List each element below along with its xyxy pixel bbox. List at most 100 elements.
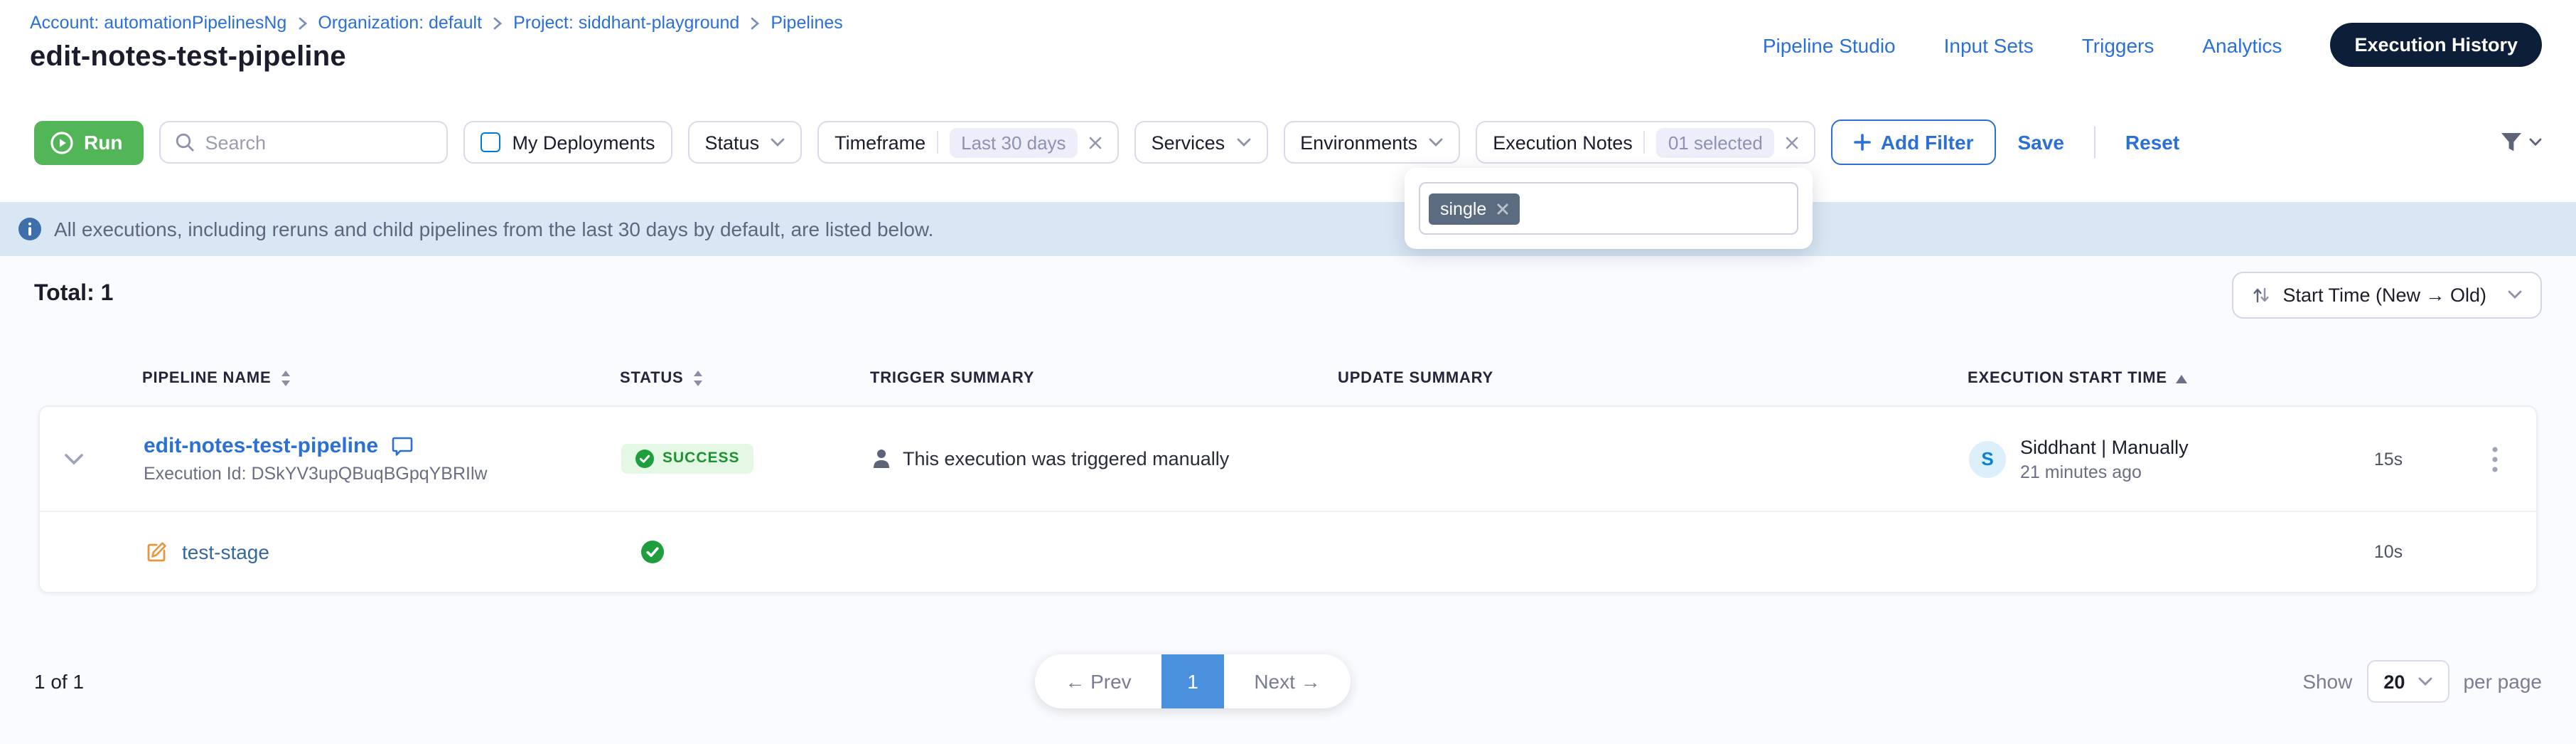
column-header-label: EXECUTION START TIME [1968,370,2167,387]
status-badge-success: SUCCESS [621,443,754,473]
status-filter-dropdown[interactable]: Status [688,121,803,164]
search-input[interactable] [205,132,432,153]
execution-notes-tag-input[interactable]: single [1419,182,1798,235]
column-header-label: TRIGGER SUMMARY [870,370,1034,387]
funnel-filter-icon [2499,131,2523,154]
environments-filter-label: Environments [1300,132,1417,153]
stage-name-cell: test-stage [108,539,621,565]
note-tag-label: single [1440,198,1486,218]
page-size-group: Show 20 per page [2302,660,2542,703]
total-count: Total: 1 [34,282,113,307]
pipeline-name-cell: edit-notes-test-pipeline Execution Id: D… [108,434,621,484]
sort-dropdown[interactable]: Start Time (New → Old) [2231,271,2542,318]
column-header-pipeline-name[interactable]: PIPELINE NAME [107,370,620,387]
pagination-bar: 1 of 1 ← Prev 1 Next → Show 20 per page [0,654,2576,708]
services-filter-dropdown[interactable]: Services [1134,121,1268,164]
sort-updown-icon [2251,285,2270,304]
breadcrumb-pipelines[interactable]: Pipelines [771,13,842,33]
execution-row-card: edit-notes-test-pipeline Execution Id: D… [38,405,2538,593]
run-button[interactable]: Run [34,120,144,164]
run-play-icon [50,130,74,154]
execution-row[interactable]: edit-notes-test-pipeline Execution Id: D… [40,407,2536,511]
column-header-label: PIPELINE NAME [142,370,272,387]
sort-ascending-icon [2176,373,2189,383]
column-header-label: STATUS [620,370,684,387]
sort-both-icon [692,370,704,387]
breadcrumb-organization[interactable]: Organization: default [318,13,482,33]
execution-pipeline-link[interactable]: edit-notes-test-pipeline [144,434,378,458]
status-badge-label: SUCCESS [662,450,740,467]
page-size-dropdown[interactable]: 20 [2366,660,2449,703]
prev-page-button[interactable]: ← Prev [1035,670,1161,693]
execution-notes-label: Execution Notes [1493,132,1633,153]
reset-filter-button[interactable]: Reset [2120,131,2185,154]
divider [2094,127,2095,158]
user-person-icon [871,448,891,469]
sort-dropdown-label: Start Time (New → Old) [2282,284,2486,305]
sort-both-icon [280,370,291,387]
pagination-controls: ← Prev 1 Next → [1035,654,1351,708]
timeframe-clear-icon[interactable] [1089,136,1102,149]
chevron-down-icon [771,138,785,147]
chevron-right-icon [296,16,308,29]
summary-row: Total: 1 Start Time (New → Old) [0,266,2576,323]
tab-execution-history-active[interactable]: Execution History [2330,23,2542,67]
breadcrumb-account[interactable]: Account: automationPipelinesNg [30,13,286,33]
tab-pipeline-studio[interactable]: Pipeline Studio [1763,33,1896,56]
tab-input-sets[interactable]: Input Sets [1944,33,2034,56]
chevron-right-icon [749,16,761,29]
filter-selector-button[interactable] [2499,131,2542,154]
stage-row[interactable]: test-stage 10s [40,511,2536,592]
execution-notes-dropdown-panel: single [1405,168,1813,249]
execution-history-page: Account: automationPipelinesNg Organizat… [0,0,2576,744]
column-header-update-summary: UPDATE SUMMARY [1338,370,1968,387]
filter-toolbar: Run My Deployments Status Timeframe Last… [0,88,2576,202]
breadcrumb-project[interactable]: Project: siddhant-playground [513,13,739,33]
page-1-button-active[interactable]: 1 [1161,654,1224,708]
column-header-label: UPDATE SUMMARY [1338,370,1493,387]
column-header-status[interactable]: STATUS [620,370,870,387]
stage-status-cell [621,541,871,563]
add-filter-label: Add Filter [1881,131,1974,154]
execution-id: Execution Id: DSkYV3upQBuqBGpqYBRIlw [144,464,621,484]
trigger-summary-text: This execution was triggered manually [903,448,1229,469]
stage-duration: 10s [2324,542,2452,562]
save-filter-button[interactable]: Save [2012,131,2070,154]
next-page-button[interactable]: Next → [1224,670,1351,693]
execution-start-cell: S Siddhant | Manually 21 minutes ago [1969,436,2324,482]
my-deployments-toggle[interactable]: My Deployments [463,121,672,164]
timeframe-filter[interactable]: Timeframe Last 30 days [817,121,1118,164]
my-deployments-label: My Deployments [512,132,655,153]
timeframe-value-chip: Last 30 days [950,127,1077,157]
status-cell: SUCCESS [621,443,871,474]
note-tag: single [1429,193,1519,224]
row-actions-kebab-icon[interactable] [2452,446,2536,472]
execution-notes-clear-icon[interactable] [1786,136,1798,149]
row-expander-chevron-icon[interactable] [40,453,108,464]
column-header-execution-start-time[interactable]: EXECUTION START TIME [1968,370,2323,387]
add-filter-button[interactable]: Add Filter [1831,119,1997,165]
execution-duration: 15s [2324,449,2452,469]
environments-filter-dropdown[interactable]: Environments [1283,121,1460,164]
execution-notes-comment-icon[interactable] [391,435,414,457]
pipeline-top-nav: Pipeline Studio Input Sets Triggers Anal… [1763,23,2542,67]
tab-analytics[interactable]: Analytics [2202,33,2282,56]
execution-notes-filter[interactable]: Execution Notes 01 selected [1476,121,1815,164]
stage-link[interactable]: test-stage [182,541,269,563]
check-circle-icon [635,449,654,467]
pagination-range-label: 1 of 1 [34,670,84,693]
show-label: Show [2302,670,2352,693]
chevron-down-icon [1429,138,1443,147]
page-header: Account: automationPipelinesNg Organizat… [0,0,2576,88]
timeframe-label: Timeframe [834,132,925,153]
column-header-trigger-summary: TRIGGER SUMMARY [870,370,1338,387]
plus-icon [1854,134,1871,151]
info-icon [18,218,41,240]
divider [1644,131,1646,154]
tab-triggers[interactable]: Triggers [2082,33,2154,56]
triggered-by-text: Siddhant | Manually [2020,436,2189,457]
note-tag-remove-icon[interactable] [1496,203,1508,214]
custom-stage-icon [144,539,169,565]
chevron-right-icon [492,16,503,29]
my-deployments-checkbox[interactable] [481,132,500,152]
